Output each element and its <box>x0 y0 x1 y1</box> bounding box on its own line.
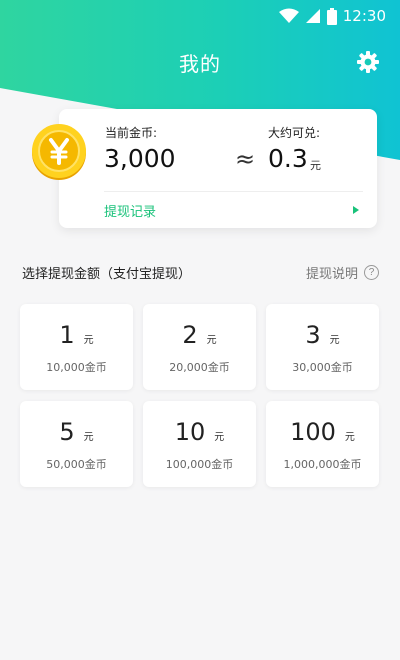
withdraw-record-label: 提现记录 <box>104 204 157 220</box>
option-cost: 10,000金币 <box>46 361 107 374</box>
withdraw-option-5[interactable]: 5 元 50,000金币 <box>20 401 133 487</box>
withdraw-section-header: 选择提现金额（支付宝提现） 提现说明 ? <box>22 262 379 282</box>
option-amount: 3 <box>305 321 321 349</box>
withdraw-option-3[interactable]: 3 元 30,000金币 <box>266 304 379 390</box>
battery-icon <box>326 7 337 25</box>
signal-icon <box>305 8 321 24</box>
option-amount: 5 <box>59 418 75 446</box>
option-cost: 20,000金币 <box>169 361 230 374</box>
option-cost: 30,000金币 <box>292 361 353 374</box>
option-cost: 100,000金币 <box>165 458 234 471</box>
help-icon: ? <box>364 264 379 280</box>
exchange-unit: 元 <box>310 159 321 172</box>
balance-card: 当前金币: 3,000 ≈ 大约可兑: 0.3 元 提现记录 <box>59 109 377 228</box>
yuan-coin-icon <box>31 124 87 180</box>
section-title: 选择提现金额（支付宝提现） <box>22 266 192 282</box>
exchange-label: 大约可兑: <box>268 126 321 140</box>
help-label: 提现说明 <box>305 266 358 282</box>
withdraw-option-10[interactable]: 10 元 100,000金币 <box>143 401 256 487</box>
coins-value: 3,000 <box>104 144 176 173</box>
gear-icon <box>357 51 379 73</box>
withdraw-option-2[interactable]: 2 元 20,000金币 <box>143 304 256 390</box>
approx-symbol: ≈ <box>235 145 256 173</box>
status-bar: 12:30 <box>0 0 400 32</box>
option-unit: 元 <box>344 432 355 443</box>
option-amount: 1 <box>59 321 75 349</box>
option-unit: 元 <box>83 335 94 346</box>
option-amount: 100 <box>290 418 336 446</box>
option-amount: 10 <box>174 418 206 446</box>
withdraw-record-link[interactable]: 提现记录 <box>104 192 363 228</box>
withdraw-options-grid: 1 元 10,000金币 2 元 20,000金币 3 元 30,000金币 5… <box>20 304 380 487</box>
option-cost: 50,000金币 <box>46 458 107 471</box>
option-cost: 1,000,000金币 <box>283 458 362 471</box>
wifi-icon <box>278 8 299 24</box>
settings-button[interactable] <box>354 48 382 76</box>
option-amount: 2 <box>182 321 198 349</box>
coins-label: 当前金币: <box>105 126 158 140</box>
status-time: 12:30 <box>342 7 386 25</box>
withdraw-option-1[interactable]: 1 元 10,000金币 <box>20 304 133 390</box>
option-unit: 元 <box>214 432 225 443</box>
option-unit: 元 <box>206 335 217 346</box>
title-bar: 我的 <box>0 44 400 80</box>
arrow-right-icon <box>353 206 359 214</box>
option-unit: 元 <box>329 335 340 346</box>
withdraw-help-link[interactable]: 提现说明 ? <box>306 263 379 282</box>
option-unit: 元 <box>83 432 94 443</box>
withdraw-option-100[interactable]: 100 元 1,000,000金币 <box>266 401 379 487</box>
page-title: 我的 <box>179 51 221 76</box>
exchange-value: 0.3 <box>268 144 308 173</box>
